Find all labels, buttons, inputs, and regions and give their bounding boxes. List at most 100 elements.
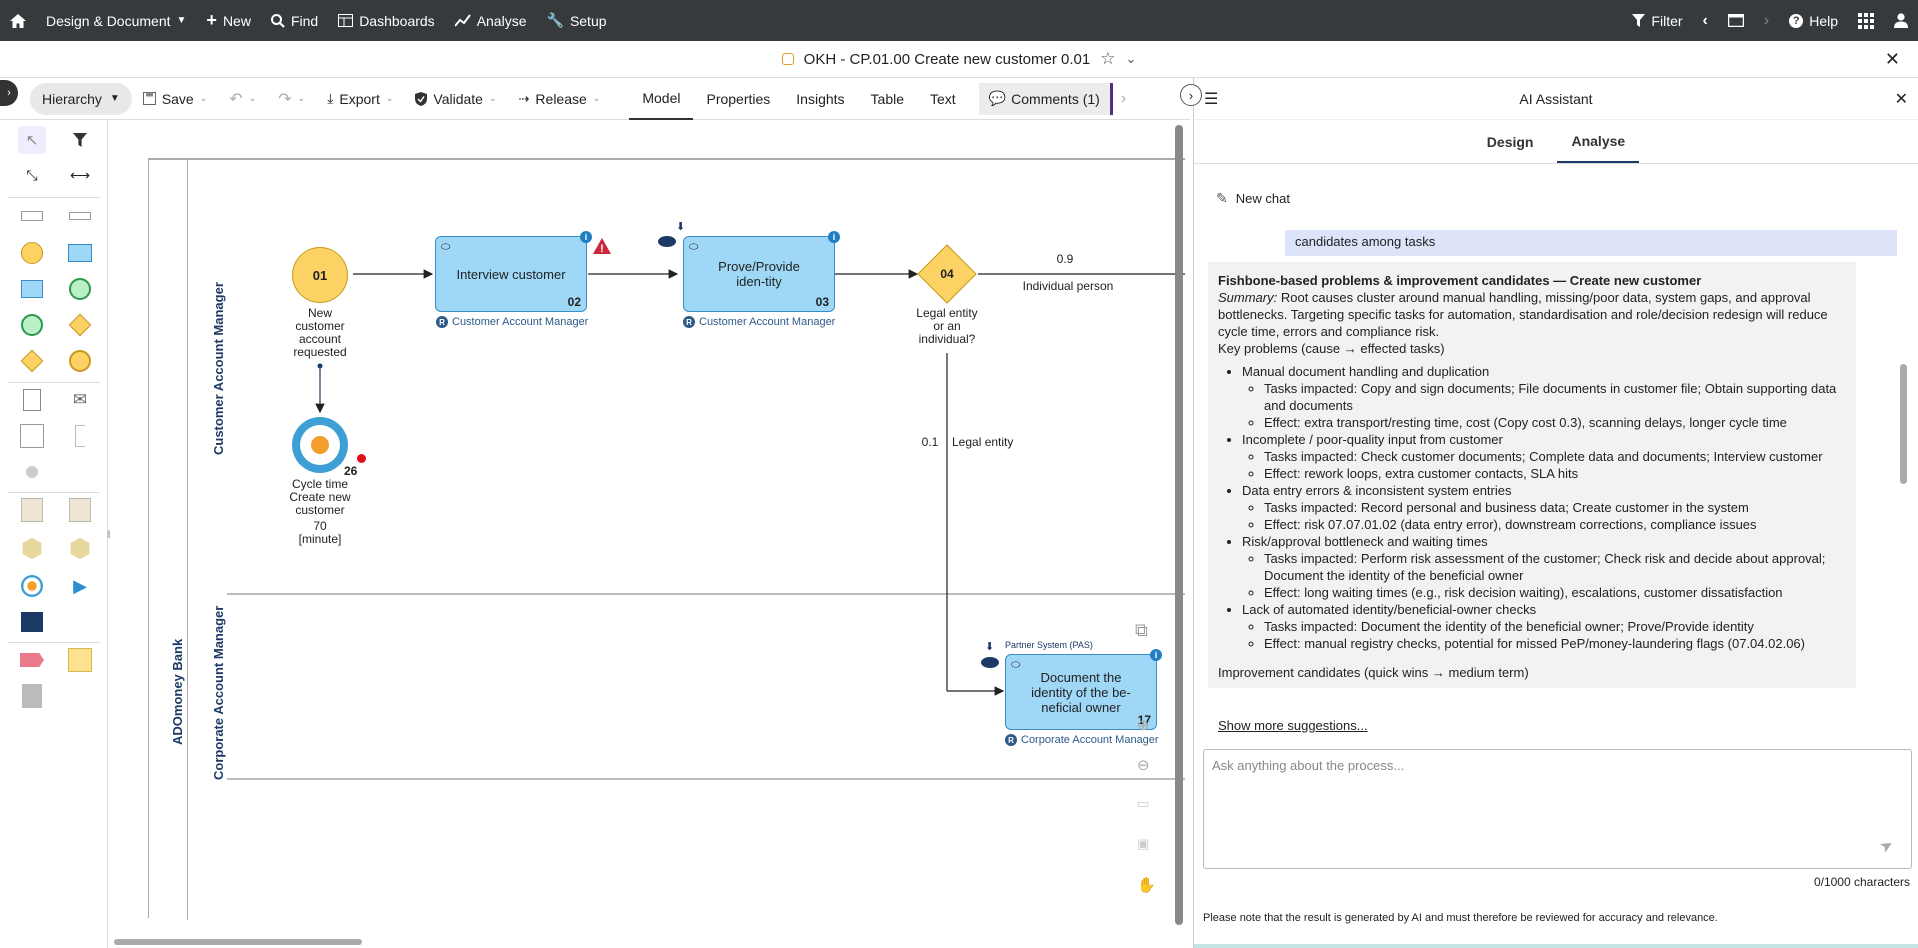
fit-icon[interactable]: ▭ [1137,796,1149,812]
task-interview-customer[interactable]: ⬭ Interview customer 02 i [435,231,592,312]
toolbar-more-button[interactable]: › [1121,90,1126,108]
star-icon[interactable]: ☆ [1100,49,1115,69]
note-shape[interactable] [66,646,94,674]
analyse-button[interactable]: Analyse [445,0,537,41]
chevron-down-icon[interactable]: ⌄ [1125,51,1136,67]
show-more-link[interactable]: Show more suggestions... [1218,718,1368,733]
tab-text[interactable]: Text [917,78,969,120]
task-prove-provide-identity[interactable]: ⬭ Prove/Provide iden-tity 03 i [683,231,840,312]
model-canvas[interactable]: ADOmoney Bank Customer Account Manager C… [110,120,1185,948]
save-button[interactable]: Save ⌄ [132,83,218,115]
help-button[interactable]: ? Help [1779,0,1848,41]
tab-insights[interactable]: Insights [783,78,857,120]
ai-title: AI Assistant [1519,90,1593,107]
close-icon[interactable]: ✕ [1885,49,1900,70]
task-type-icon: ⬭ [1011,659,1021,671]
hand-icon[interactable]: ✋ [1137,876,1156,894]
tab-properties[interactable]: Properties [693,78,783,120]
pointer-tool[interactable]: ↖ [18,126,46,154]
find-button[interactable]: Find [261,0,328,41]
connector-tool[interactable]: ⤡ [18,161,46,189]
problem-title: Lack of automated identity/beneficial-ow… [1242,602,1537,617]
wrench-icon: 🔧 [546,12,564,28]
application-shape[interactable] [18,608,46,636]
tab-analyse[interactable]: Analyse [1557,121,1640,163]
chat-scrollbar[interactable] [1900,364,1907,484]
start-event[interactable]: 01 [292,247,348,303]
ask-input[interactable]: Ask anything about the process... ➤ [1203,749,1912,869]
back-button[interactable]: ‹ [1693,0,1718,41]
dashboards-button[interactable]: Dashboards [328,0,445,41]
signal-event-shape[interactable] [18,311,46,339]
model-title: OKH - CP.01.00 Create new customer 0.01 [803,50,1091,68]
tab-design[interactable]: Design [1473,122,1548,162]
setup-button[interactable]: 🔧 Setup [537,0,617,41]
user-button[interactable] [1884,0,1918,41]
release-button[interactable]: ⇢ Release ⌄ [508,83,612,115]
message-event-shape[interactable] [66,275,94,303]
save-icon [142,92,156,105]
new-button[interactable]: + New [196,0,261,41]
forward-button[interactable]: › [1754,0,1779,41]
collapse-ai-button[interactable]: › [1180,84,1202,106]
redo-button[interactable]: ↷ ⌄ [267,83,316,115]
zoom-in-icon[interactable]: ⊕ [1137,716,1150,734]
play-shape[interactable]: ▶ [66,572,94,600]
export-button[interactable]: ⤓ Export ⌄ [316,83,404,115]
dataobject-shape[interactable] [66,496,94,524]
problem-tasks: Tasks impacted: Document the identity of… [1264,618,1846,635]
subprocess-shape[interactable] [18,275,46,303]
hexagon-icon: ⬢ [68,532,92,563]
zoom-out-icon[interactable]: ⊖ [1137,756,1150,774]
hierarchy-dropdown[interactable]: Hierarchy ▼ [30,82,132,115]
risk-shape[interactable] [18,646,46,674]
collapse-panel-button[interactable]: › [0,80,18,106]
filter-tool[interactable] [66,126,94,154]
pool-shape[interactable] [18,202,46,230]
computer-icon [21,612,43,632]
filter-button[interactable]: Filter [1622,0,1692,41]
new-chat-button[interactable]: ✎ New chat [1216,190,1290,207]
datastore-shape[interactable] [18,496,46,524]
tab-model[interactable]: Model [629,78,694,120]
close-icon[interactable]: ✕ [1895,89,1908,109]
spacing-tool[interactable]: ⟷ [66,161,94,189]
canvas-horizontal-scrollbar[interactable] [114,939,362,945]
block-shape[interactable] [18,682,46,710]
send-icon[interactable]: ➤ [1875,834,1897,858]
copy-icon[interactable]: ⧉ [1135,620,1148,641]
kpi-target-icon [21,575,43,597]
document-icon [23,389,41,411]
info-icon[interactable]: i [580,231,592,243]
parallel-gateway-shape[interactable] [18,347,46,375]
hexagon-shape[interactable]: ⬢ [18,533,46,563]
hexagon-alt-shape[interactable]: ⬢ [66,532,94,563]
lane-shape[interactable] [66,202,94,230]
info-icon[interactable]: i [828,231,840,243]
window-button[interactable] [1718,0,1754,41]
menu-icon[interactable]: ☰ [1204,89,1218,109]
kpi-cycle-time[interactable] [292,417,348,473]
kpi-shape[interactable] [18,572,46,600]
group-shape[interactable] [18,422,46,450]
message-shape[interactable]: ✉ [66,386,94,414]
end-event-shape[interactable] [66,347,94,375]
task-shape[interactable] [66,239,94,267]
gateway-shape[interactable] [66,311,94,339]
apps-button[interactable] [1848,0,1884,41]
comments-button[interactable]: 💬 Comments (1) [978,82,1113,115]
home-button[interactable] [0,0,36,41]
document-shape[interactable] [18,386,46,414]
tab-table[interactable]: Table [858,78,917,120]
undo-button[interactable]: ↶ ⌄ [218,83,267,115]
warning-icon[interactable]: ! [593,238,611,254]
image-icon[interactable]: ▣ [1137,836,1149,852]
start-event-shape[interactable] [18,239,46,267]
annotation-shape[interactable] [66,422,94,450]
problem-title: Incomplete / poor-quality input from cus… [1242,432,1503,447]
design-document-menu[interactable]: Design & Document ▼ [36,0,196,41]
canvas-vertical-scrollbar[interactable] [1175,125,1183,925]
kpi-core [311,436,329,454]
dot-shape[interactable] [18,458,46,486]
validate-button[interactable]: Validate ⌄ [404,83,507,115]
